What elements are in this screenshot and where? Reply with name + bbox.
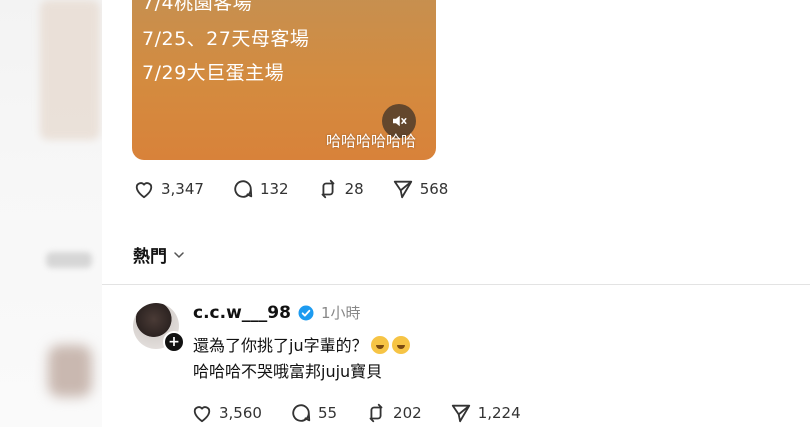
- media-text-line: 7/4桃園客場: [142, 0, 253, 14]
- media-text-line: 7/29大巨蛋主場: [142, 62, 285, 84]
- heart-icon: [193, 406, 211, 423]
- verified-icon: [298, 305, 314, 320]
- blurred-background-card: [40, 0, 100, 140]
- laughing-emoji-icon: [391, 336, 410, 354]
- comment-button[interactable]: 132: [232, 178, 289, 200]
- blurred-background-text: [46, 252, 92, 268]
- share-icon: [393, 180, 412, 199]
- plus-icon: +: [168, 334, 180, 350]
- like-count: 3,347: [161, 180, 204, 198]
- section-divider: [102, 284, 810, 285]
- comment-icon: [234, 180, 253, 198]
- post-media-video[interactable]: 7/4桃園客場 7/25、27天母客場 7/29大巨蛋主場 哈哈哈哈哈哈: [132, 0, 436, 160]
- repost-button[interactable]: 202: [365, 402, 422, 424]
- repost-count: 202: [393, 404, 422, 422]
- like-button[interactable]: 3,347: [133, 179, 204, 199]
- blurred-background-avatar: [48, 345, 92, 397]
- comment-button[interactable]: 55: [290, 402, 337, 424]
- sort-label: 熱門: [133, 247, 167, 267]
- reply-username[interactable]: c.c.w___98: [193, 303, 291, 323]
- reply-header: c.c.w___98 1小時: [193, 302, 360, 323]
- repost-button[interactable]: 28: [317, 178, 364, 200]
- repost-icon: [369, 403, 383, 423]
- reply-text: 還為了你挑了ju字輩的？ 哈哈哈不哭哦富邦juju寶貝: [193, 333, 410, 385]
- reply-text-line: 哈哈哈不哭哦富邦juju寶貝: [193, 362, 383, 381]
- post-action-bar: 3,347 132 28 568: [133, 178, 476, 200]
- share-button[interactable]: 568: [392, 178, 449, 200]
- video-caption: 哈哈哈哈哈哈: [326, 132, 417, 150]
- repost-icon: [321, 179, 335, 199]
- mute-icon: [393, 115, 407, 127]
- comment-count: 132: [259, 180, 289, 198]
- reply-action-bar: 3,560 55 202 1,224: [191, 402, 549, 424]
- reply-timestamp: 1小時: [320, 304, 361, 322]
- repost-count: 28: [344, 180, 364, 198]
- sort-dropdown[interactable]: 熱門: [133, 242, 185, 267]
- laughing-emoji-icon: [370, 336, 389, 354]
- heart-icon: [135, 182, 153, 199]
- like-button[interactable]: 3,560: [191, 403, 262, 423]
- share-icon: [451, 404, 470, 423]
- follow-plus-button[interactable]: +: [163, 331, 185, 353]
- comment-icon: [292, 404, 311, 422]
- like-count: 3,560: [219, 404, 262, 422]
- share-count: 1,224: [477, 404, 521, 422]
- comment-count: 55: [317, 404, 338, 422]
- share-button[interactable]: 1,224: [450, 402, 521, 424]
- share-count: 568: [419, 180, 449, 198]
- reply-text-line: 還為了你挑了ju字輩的？: [193, 336, 368, 355]
- chevron-down-icon: [174, 251, 184, 258]
- media-text-line: 7/25、27天母客場: [142, 28, 310, 50]
